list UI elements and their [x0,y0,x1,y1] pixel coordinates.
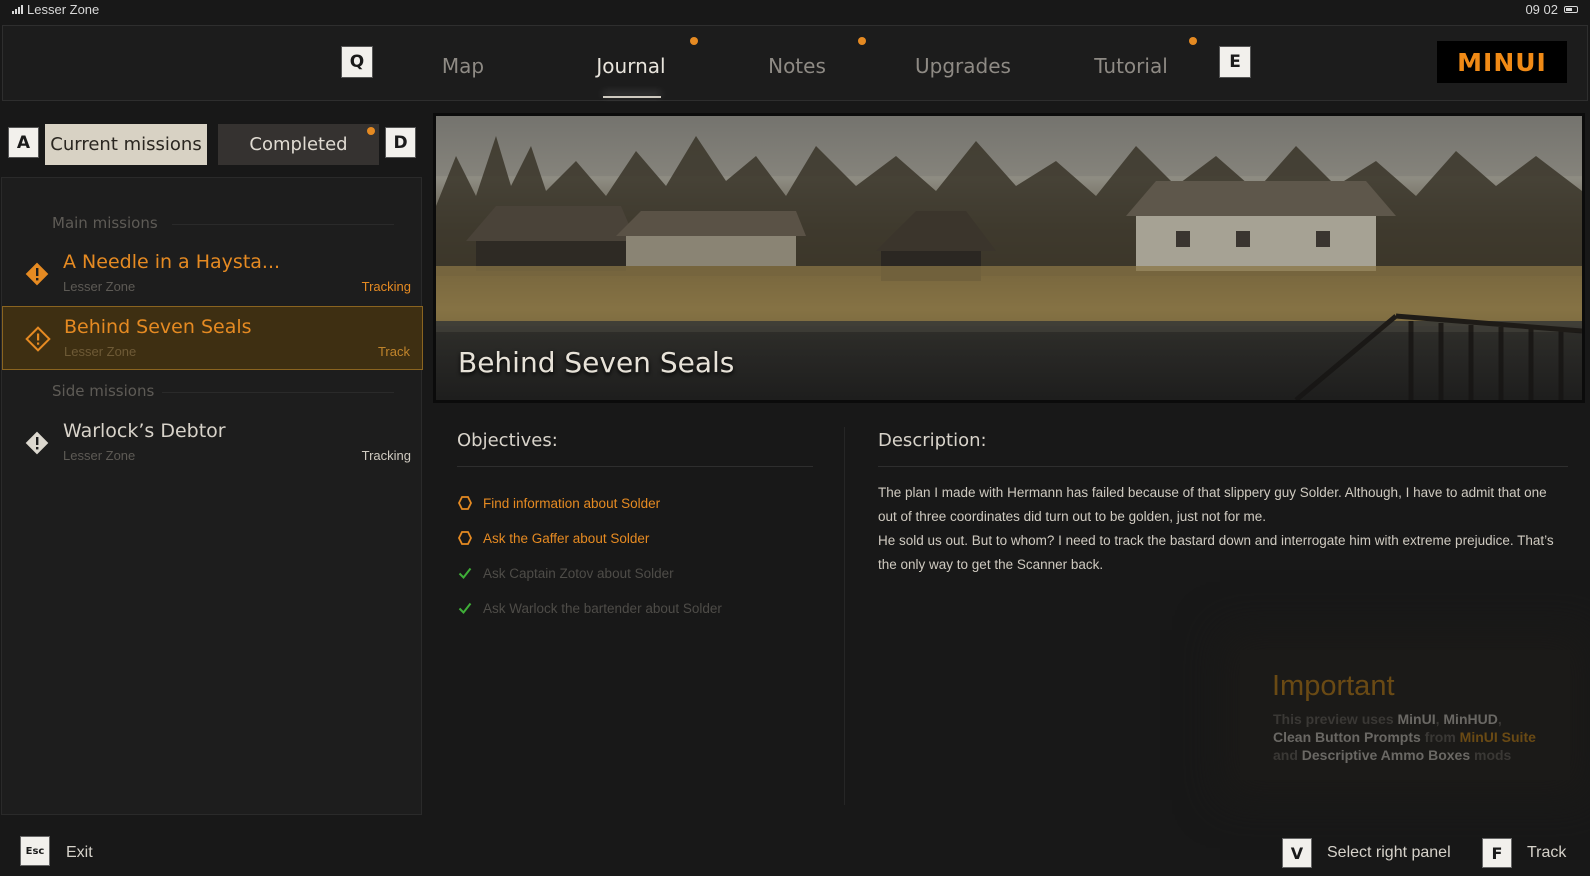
status-clock: 09 02 [1525,2,1578,17]
checkmark-icon [457,565,473,581]
status-bar: Lesser Zone 09 02 [0,0,1590,18]
completed-notification-dot [367,127,375,135]
checkmark-icon [457,600,473,616]
journal-notification-dot [690,37,698,45]
important-fragment: This preview uses [1273,711,1398,727]
important-highlight: Clean Button Prompts [1273,729,1421,745]
mission-item-selected[interactable]: Behind Seven Seals Lesser Zone Track [2,306,423,370]
objective-item: Ask the Gaffer about Solder [457,528,649,548]
description-paragraph: The plan I made with Hermann has failed … [878,485,1547,524]
mission-title: Warlock’s Debtor [63,420,226,442]
important-fragment: , [1497,711,1502,727]
objective-item: Find information about Solder [457,493,660,513]
mission-tabs: A Current missions Completed D [0,120,422,168]
exit-key[interactable]: Esc [20,836,50,866]
main-missions-header: Main missions [52,214,158,232]
status-time: 09 02 [1525,2,1558,17]
important-highlight: MinUI [1397,711,1436,727]
battery-icon [1564,6,1578,13]
objective-text: Ask Captain Zotov about Solder [483,565,674,581]
divider [162,392,394,393]
important-notice: Important This preview uses MinUI, MinHU… [1240,650,1570,780]
important-highlight: Descriptive Ammo Boxes [1301,747,1471,763]
mission-zone: Lesser Zone [64,344,137,359]
mission-zone: Lesser Zone [63,279,136,294]
important-fragment: from [1420,729,1460,745]
mission-list: Main missions A Needle in a Haysta... Le… [1,177,423,815]
tab-journal[interactable]: Journal [571,46,691,86]
mission-status: Tracking [361,448,411,463]
next-tab-key[interactable]: E [1219,46,1251,78]
divider [457,466,813,467]
column-divider [844,427,845,805]
status-zone-label: Lesser Zone [27,2,100,17]
mission-status: Tracking [361,279,411,294]
track-button[interactable]: Track [378,344,410,359]
minui-logo: MINUI [1437,41,1567,83]
active-tab-indicator [603,96,661,98]
status-zone: Lesser Zone [12,2,99,17]
mission-item[interactable]: A Needle in a Haysta... Lesser Zone Trac… [2,242,423,306]
select-panel-key[interactable]: V [1282,838,1312,868]
signal-icon [12,5,23,14]
top-nav: Q Map Journal Notes Upgrades Tutorial E … [2,25,1588,101]
prev-tab-key[interactable]: Q [341,46,373,78]
objective-text: Find information about Solder [483,495,661,511]
description-paragraph: He sold us out. But to whom? I need to t… [878,533,1554,572]
important-title: Important [1272,670,1395,702]
important-fragment: and [1273,747,1302,763]
important-highlight: MinHUD [1443,711,1498,727]
important-highlight: MinUI Suite [1459,729,1536,745]
main-mission-icon [25,326,51,352]
mission-hero-image: Behind Seven Seals [433,113,1585,403]
objectives-header: Objectives: [457,430,558,451]
objective-text: Ask the Gaffer about Solder [483,530,650,546]
divider [878,466,1568,467]
description-header: Description: [878,430,987,451]
objective-active-icon [457,495,473,511]
mission-title: A Needle in a Haysta... [63,251,281,273]
tab-map[interactable]: Map [403,46,523,86]
mission-zone: Lesser Zone [63,448,136,463]
mission-detail-title: Behind Seven Seals [458,346,735,379]
mission-title: Behind Seven Seals [64,316,252,338]
mission-item[interactable]: Warlock’s Debtor Lesser Zone Tracking [2,411,423,475]
track-key[interactable]: F [1482,838,1512,868]
tab-completed[interactable]: Completed [218,124,379,165]
description-text: The plan I made with Hermann has failed … [878,481,1568,577]
notes-notification-dot [858,37,866,45]
upgrades-notification-dot [1189,37,1197,45]
divider [172,224,394,225]
select-panel-label[interactable]: Select right panel [1327,844,1451,862]
objective-text: Ask Warlock the bartender about Solder [483,600,722,616]
side-mission-icon [25,431,49,455]
track-label[interactable]: Track [1527,844,1566,862]
side-missions-header: Side missions [52,382,155,400]
prev-subtab-key[interactable]: A [8,127,39,158]
tab-current-missions[interactable]: Current missions [45,124,207,165]
objective-item: Ask Captain Zotov about Solder [457,563,674,583]
exit-label[interactable]: Exit [66,844,93,862]
tab-upgrades[interactable]: Upgrades [903,46,1023,86]
important-text: This preview uses MinUI, MinHUD, Clean B… [1273,710,1563,764]
important-fragment: mods [1470,747,1512,763]
objective-active-icon [457,530,473,546]
objective-item: Ask Warlock the bartender about Solder [457,598,722,618]
next-subtab-key[interactable]: D [385,127,416,158]
main-mission-icon [25,262,49,286]
tab-tutorial[interactable]: Tutorial [1071,46,1191,86]
tab-notes[interactable]: Notes [737,46,857,86]
